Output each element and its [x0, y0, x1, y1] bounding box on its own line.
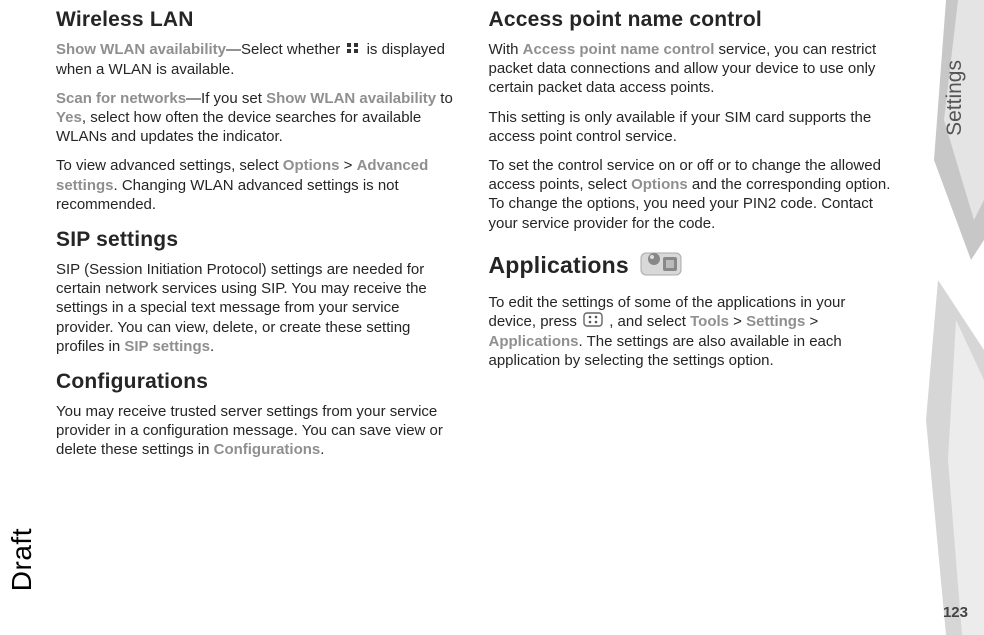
apn-para-2: This setting is only available if your S… [489, 108, 894, 146]
applications-icon [639, 247, 683, 285]
heading-sip: SIP settings [56, 228, 461, 252]
menu-key-icon [583, 312, 603, 332]
heading-configurations: Configurations [56, 370, 461, 394]
opt-show-wlan: Show WLAN availability [56, 41, 226, 58]
right-column: Access point name control With Access po… [489, 8, 894, 469]
page-content: Wireless LAN Show WLAN availability—Sele… [0, 0, 984, 489]
heading-applications: Applications [489, 247, 894, 285]
heading-apn-control: Access point name control [489, 8, 894, 32]
page-number: 123 [943, 604, 968, 621]
heading-wireless-lan: Wireless LAN [56, 8, 461, 32]
side-tab-panel: Settings [926, 0, 984, 635]
apn-para-1: With Access point name control service, … [489, 40, 894, 98]
sip-para-1: SIP (Session Initiation Protocol) settin… [56, 260, 461, 356]
apn-para-3: To set the control service on or off or … [489, 156, 894, 233]
left-column: Wireless LAN Show WLAN availability—Sele… [56, 8, 461, 469]
apps-para-1: To edit the settings of some of the appl… [489, 293, 894, 371]
conf-para-1: You may receive trusted server settings … [56, 402, 461, 460]
wlan-para-2: Scan for networks—If you set Show WLAN a… [56, 89, 461, 147]
wlan-para-1: Show WLAN availability—Select whether is… [56, 40, 461, 79]
draft-watermark: Draft [6, 528, 38, 591]
opt-scan-networks: Scan for networks [56, 90, 186, 107]
side-tab-label: Settings [943, 60, 967, 136]
wlan-indicator-icon [346, 40, 360, 59]
wlan-para-3: To view advanced settings, select Option… [56, 156, 461, 214]
